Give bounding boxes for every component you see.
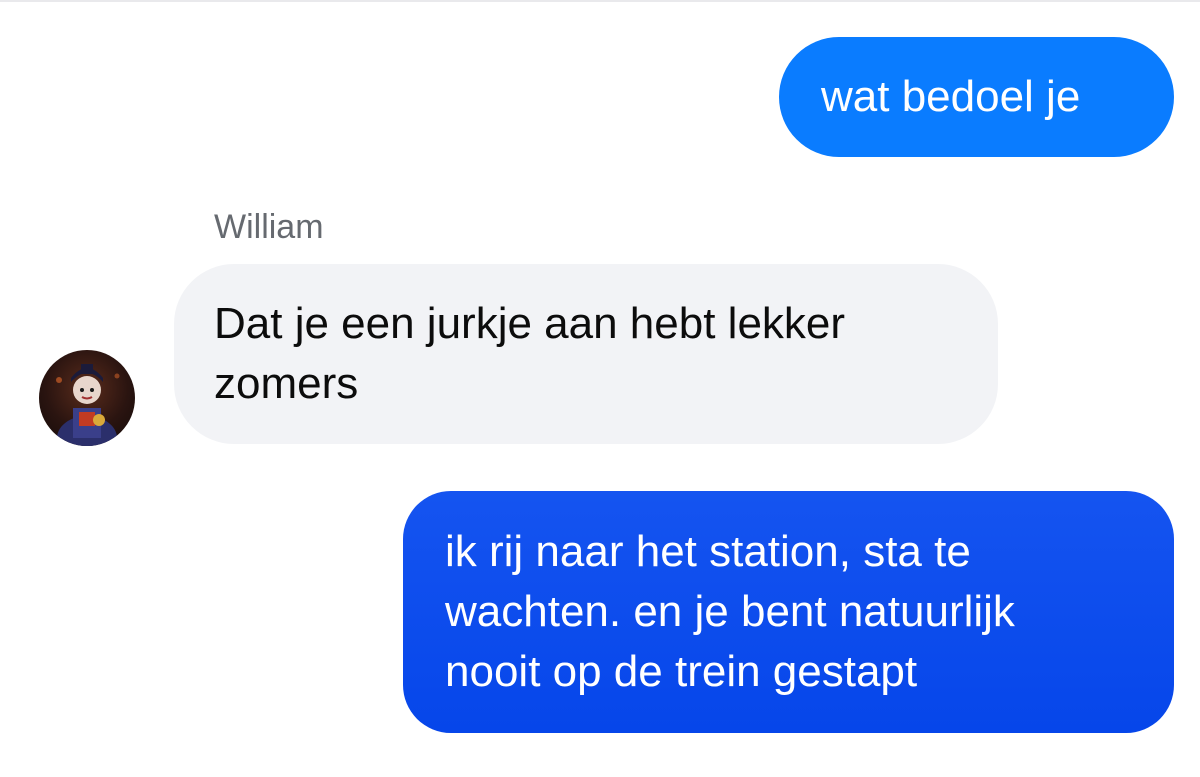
avatar-image xyxy=(56,364,120,446)
message-bubble-outgoing[interactable]: wat bedoel je xyxy=(779,37,1174,157)
sender-avatar[interactable] xyxy=(39,350,135,446)
top-divider xyxy=(0,0,1200,2)
sender-name: William xyxy=(214,208,324,246)
message-bubble-incoming[interactable]: Dat je een jurkje aan hebt lekker zomers xyxy=(174,264,998,444)
message-bubble-outgoing[interactable]: ik rij naar het station, sta te wachten.… xyxy=(403,491,1174,733)
